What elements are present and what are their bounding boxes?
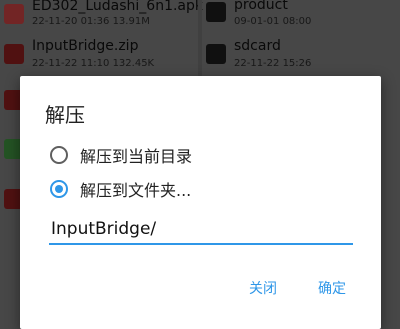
option-extract-to-folder[interactable]: 解压到文件夹... [50, 176, 191, 202]
radio-checked[interactable] [50, 180, 68, 198]
dialog-title: 解压 [45, 103, 85, 127]
option-label: 解压到文件夹... [80, 181, 192, 200]
extract-dialog: 解压 解压到当前目录 解压到文件夹... 关闭 确定 [20, 76, 381, 329]
radio-unchecked[interactable] [50, 146, 68, 164]
option-label: 解压到当前目录 [80, 147, 193, 166]
option-extract-current-dir[interactable]: 解压到当前目录 [50, 142, 192, 168]
ok-button[interactable]: 确定 [318, 278, 346, 298]
close-button[interactable]: 关闭 [249, 278, 277, 298]
extract-path-input[interactable] [49, 215, 353, 245]
